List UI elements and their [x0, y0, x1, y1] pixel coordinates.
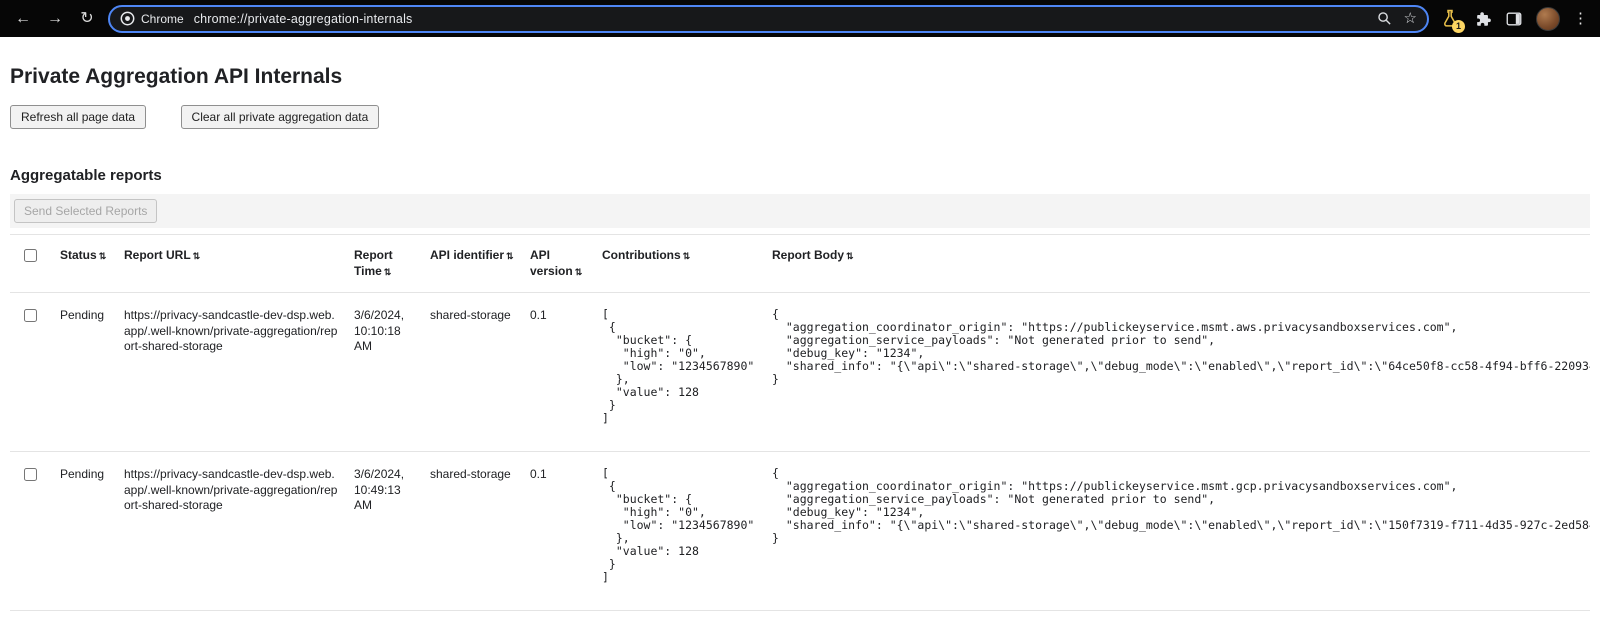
status-cell: Pending	[52, 452, 116, 611]
back-button[interactable]: ←	[8, 5, 38, 33]
sort-icon: ⇅	[506, 251, 514, 261]
contributions-json: [ { "bucket": { "high": "0", "low": "123…	[602, 467, 756, 584]
contributions-cell: [ { "bucket": { "high": "0", "low": "123…	[594, 293, 764, 452]
contributions-json: [ { "bucket": { "high": "0", "low": "123…	[602, 308, 756, 425]
sort-icon: ⇅	[846, 251, 854, 261]
api-identifier-cell: shared-storage	[422, 452, 522, 611]
site-chip-label: Chrome	[141, 12, 184, 26]
sort-icon: ⇅	[99, 251, 107, 261]
page-actions: Refresh all page data Clear all private …	[10, 105, 1590, 129]
clear-all-button[interactable]: Clear all private aggregation data	[181, 105, 380, 129]
status-cell: Pending	[52, 293, 116, 452]
url-text[interactable]: chrome://private-aggregation-internals	[194, 12, 1377, 26]
menu-kebab-icon[interactable]: ⋮	[1573, 11, 1588, 26]
toolbar-right: 1 ⋮	[1437, 7, 1592, 31]
sort-icon: ⇅	[384, 267, 392, 277]
site-chip: Chrome	[120, 11, 194, 26]
report-body-cell: { "aggregation_coordinator_origin": "htt…	[764, 293, 1590, 452]
header-status[interactable]: Status⇅	[52, 235, 116, 293]
header-report-time[interactable]: Report Time⇅	[346, 235, 422, 293]
row-checkbox[interactable]	[24, 309, 37, 322]
page-title: Private Aggregation API Internals	[10, 65, 1590, 89]
report-body-json: { "aggregation_coordinator_origin": "htt…	[772, 467, 1582, 545]
search-icon[interactable]	[1377, 11, 1392, 26]
browser-toolbar: ← → ↻ Chrome chrome://private-aggregatio…	[0, 0, 1600, 37]
report-body-json: { "aggregation_coordinator_origin": "htt…	[772, 308, 1582, 386]
reload-button[interactable]: ↻	[72, 5, 102, 33]
bookmark-star-icon[interactable]: ☆	[1404, 11, 1417, 26]
header-api-identifier[interactable]: API identifier⇅	[422, 235, 522, 293]
api-identifier-cell: shared-storage	[422, 293, 522, 452]
table-header-row: Status⇅ Report URL⇅ Report Time⇅ API ide…	[10, 235, 1590, 293]
header-report-body[interactable]: Report Body⇅	[764, 235, 1590, 293]
api-version-cell: 0.1	[522, 293, 594, 452]
forward-button[interactable]: →	[40, 5, 70, 33]
section-title: Aggregatable reports	[10, 167, 1590, 184]
api-version-cell: 0.1	[522, 452, 594, 611]
table-row: Pending https://privacy-sandcastle-dev-d…	[10, 452, 1590, 611]
chrome-logo-icon	[120, 11, 135, 26]
row-checkbox[interactable]	[24, 468, 37, 481]
sort-icon: ⇅	[193, 251, 201, 261]
profile-avatar[interactable]	[1536, 7, 1560, 31]
report-body-cell: { "aggregation_coordinator_origin": "htt…	[764, 452, 1590, 611]
reports-toolbar: Send Selected Reports	[10, 194, 1590, 228]
beaker-badge: 1	[1452, 20, 1465, 33]
sort-icon: ⇅	[683, 251, 691, 261]
header-report-url[interactable]: Report URL⇅	[116, 235, 346, 293]
refresh-all-button[interactable]: Refresh all page data	[10, 105, 146, 129]
header-api-version[interactable]: API version⇅	[522, 235, 594, 293]
extensions-puzzle-icon[interactable]	[1474, 10, 1492, 28]
reports-table: Status⇅ Report URL⇅ Report Time⇅ API ide…	[10, 234, 1590, 611]
report-time-cell: 3/6/2024, 10:49:13 AM	[346, 452, 422, 611]
select-all-checkbox[interactable]	[24, 249, 37, 262]
report-time-cell: 3/6/2024, 10:10:18 AM	[346, 293, 422, 452]
send-selected-button[interactable]: Send Selected Reports	[14, 199, 157, 223]
report-url-cell: https://privacy-sandcastle-dev-dsp.web.a…	[116, 452, 346, 611]
side-panel-icon[interactable]	[1505, 10, 1523, 28]
labs-beaker-icon[interactable]: 1	[1439, 7, 1461, 31]
report-url-cell: https://privacy-sandcastle-dev-dsp.web.a…	[116, 293, 346, 452]
page-content: Private Aggregation API Internals Refres…	[0, 65, 1600, 611]
sort-icon: ⇅	[575, 267, 583, 277]
table-row: Pending https://privacy-sandcastle-dev-d…	[10, 293, 1590, 452]
header-contributions[interactable]: Contributions⇅	[594, 235, 764, 293]
contributions-cell: [ { "bucket": { "high": "0", "low": "123…	[594, 452, 764, 611]
omnibox[interactable]: Chrome chrome://private-aggregation-inte…	[108, 5, 1429, 33]
